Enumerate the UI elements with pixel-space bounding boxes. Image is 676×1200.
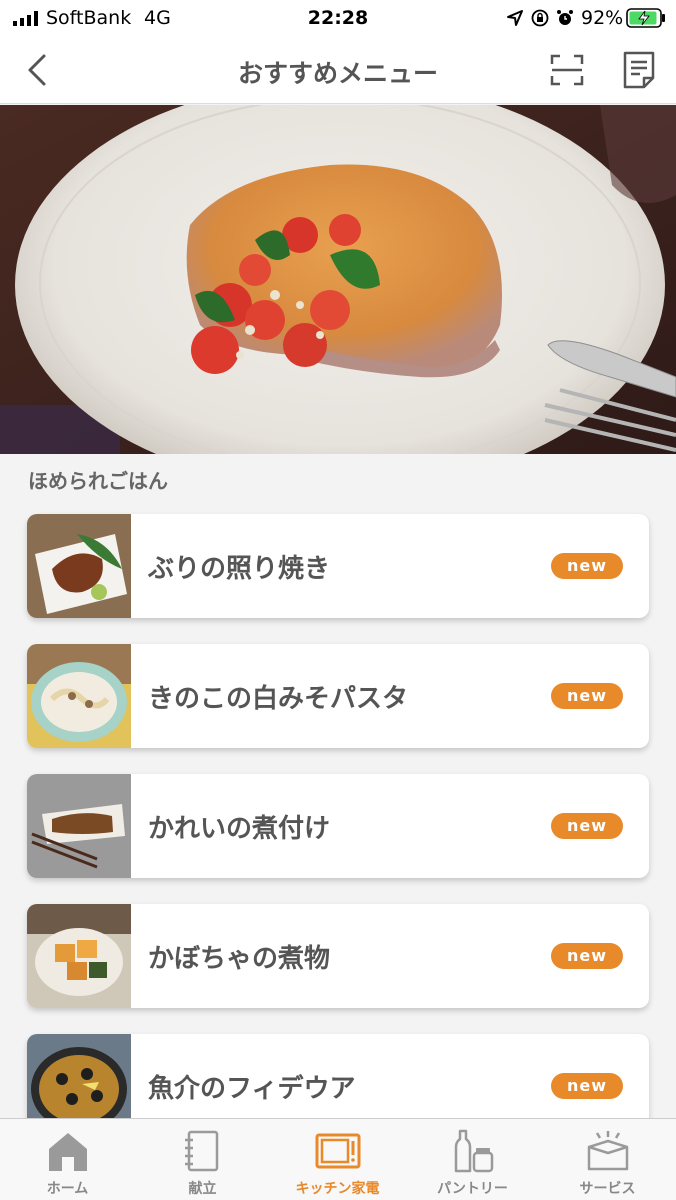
microwave-icon <box>315 1133 361 1169</box>
tab-label: サービス <box>579 1181 636 1197</box>
section-title: ほめられごはん <box>28 469 168 493</box>
tab-label: 献立 <box>188 1181 217 1197</box>
memo-list-icon[interactable] <box>620 50 658 90</box>
tab-label: パントリー <box>437 1181 508 1197</box>
recipe-title: ぶりの照り焼き <box>148 554 331 584</box>
recipe-title: 魚介のフィデウア <box>148 1074 356 1104</box>
new-badge: new <box>551 813 623 839</box>
status-bar: SoftBank 4G 22:28 92% <box>0 0 676 36</box>
recipe-thumbnail <box>27 774 131 878</box>
tab-kitchen-appliances[interactable]: キッチン家電 <box>270 1119 405 1200</box>
notebook-icon <box>185 1130 219 1172</box>
tab-label: キッチン家電 <box>295 1181 380 1197</box>
recipe-thumbnail <box>27 514 131 618</box>
tab-bar: ホーム 献立 キッチン家電 パントリー サービス <box>0 1118 676 1200</box>
recipe-title: きのこの白みそパスタ <box>148 684 409 714</box>
tab-home[interactable]: ホーム <box>0 1119 135 1200</box>
clock: 22:28 <box>307 7 369 29</box>
recipe-title: かれいの煮付け <box>148 814 331 844</box>
recipe-card[interactable]: ぶりの照り焼き new <box>27 514 649 618</box>
tab-services[interactable]: サービス <box>540 1119 675 1200</box>
recipe-card[interactable]: かぼちゃの煮物 new <box>27 904 649 1008</box>
tab-menu-plan[interactable]: 献立 <box>135 1119 270 1200</box>
recipe-thumbnail <box>27 904 131 1008</box>
recipe-thumbnail <box>27 644 131 748</box>
new-badge: new <box>551 553 623 579</box>
navigation-bar: おすすめメニュー <box>0 36 676 104</box>
battery-charging-icon <box>626 8 665 28</box>
alarm-icon <box>557 10 573 25</box>
new-badge: new <box>551 683 623 709</box>
recipe-card[interactable]: きのこの白みそパスタ new <box>27 644 649 748</box>
new-badge: new <box>551 943 623 969</box>
hero-dish-image[interactable] <box>0 105 676 454</box>
recipe-title: かぼちゃの煮物 <box>148 944 331 974</box>
location-arrow-icon <box>507 10 523 26</box>
gift-box-icon <box>587 1131 629 1171</box>
pantry-icon <box>454 1129 494 1173</box>
tab-label: ホーム <box>46 1181 89 1197</box>
rotation-lock-icon <box>531 9 549 27</box>
scan-frame-icon[interactable] <box>549 53 585 87</box>
new-badge: new <box>551 1073 623 1099</box>
recipe-card[interactable]: かれいの煮付け new <box>27 774 649 878</box>
home-icon <box>49 1133 87 1171</box>
tab-pantry[interactable]: パントリー <box>405 1119 540 1200</box>
battery-percentage: 92% <box>581 7 624 29</box>
